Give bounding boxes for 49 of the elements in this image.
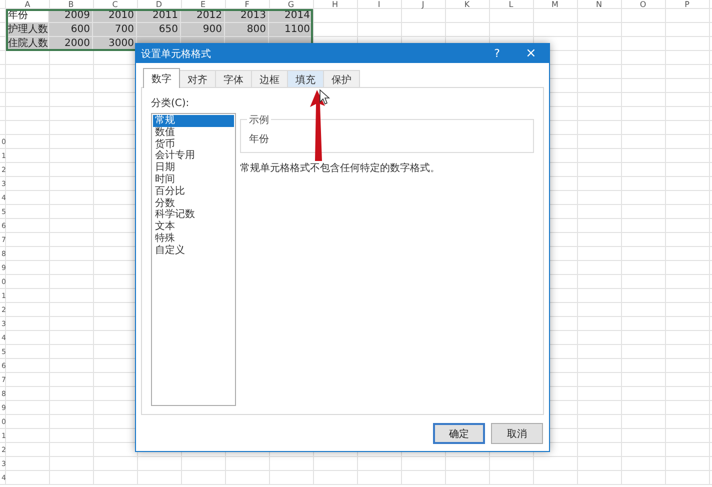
column-header[interactable]: C (93, 0, 137, 9)
table-cell: 护理人数 (6, 23, 49, 37)
description-text: 常规单元格格式不包含任何特定的数字格式。 (240, 162, 441, 175)
sample-value: 年份 (249, 133, 269, 146)
help-button[interactable]: ? (481, 44, 513, 63)
tab[interactable]: 填充 (287, 70, 324, 88)
column-header[interactable]: I (357, 0, 401, 9)
column-header[interactable]: N (577, 0, 621, 9)
column-header[interactable]: E (181, 0, 225, 9)
close-button[interactable]: × (513, 44, 549, 63)
category-label: 分类(C): (151, 96, 190, 110)
table-cell: 700 (93, 23, 137, 37)
column-header[interactable]: H (313, 0, 357, 9)
column-header[interactable]: G (269, 0, 313, 9)
ok-button[interactable]: 确定 (433, 423, 485, 444)
column-header[interactable]: B (49, 0, 93, 9)
table-cell: 1100 (269, 23, 313, 37)
list-item[interactable]: 特殊 (153, 232, 234, 245)
column-header[interactable]: O (621, 0, 665, 9)
column-header[interactable]: P (665, 0, 709, 9)
table-cell: 650 (137, 23, 181, 37)
list-item[interactable]: 数值 (153, 126, 234, 139)
list-item[interactable]: 时间 (153, 174, 234, 186)
tab[interactable]: 边框 (251, 70, 288, 88)
table-cell: 900 (181, 23, 225, 37)
list-item[interactable]: 分数 (153, 198, 234, 210)
table-cell: 600 (49, 23, 93, 37)
column-header[interactable]: A (6, 0, 49, 9)
column-header[interactable]: M (533, 0, 577, 9)
list-item[interactable]: 日期 (153, 162, 234, 174)
tab[interactable]: 保护 (323, 70, 360, 88)
column-header[interactable]: L (489, 0, 533, 9)
list-item[interactable]: 会计专用 (153, 150, 234, 162)
list-item[interactable]: 百分比 (153, 186, 234, 198)
column-header[interactable]: K (445, 0, 489, 9)
group-label: 示例 (247, 113, 271, 127)
list-item[interactable]: 自定义 (153, 244, 234, 257)
window-title: 设置单元格格式 (141, 48, 212, 60)
list-item[interactable]: 货币 (153, 138, 234, 150)
cancel-button[interactable]: 取消 (491, 423, 543, 444)
list-item[interactable]: 文本 (153, 221, 234, 233)
list-item[interactable]: 科学记数 (153, 209, 234, 222)
list-item[interactable]: 常规 (153, 115, 234, 127)
column-header[interactable]: J (401, 0, 445, 9)
tab[interactable]: 数字 (143, 68, 180, 88)
column-header[interactable]: D (137, 0, 181, 9)
table-cell: 800 (225, 23, 269, 37)
tab[interactable]: 字体 (215, 70, 252, 88)
column-header[interactable]: F (225, 0, 269, 9)
